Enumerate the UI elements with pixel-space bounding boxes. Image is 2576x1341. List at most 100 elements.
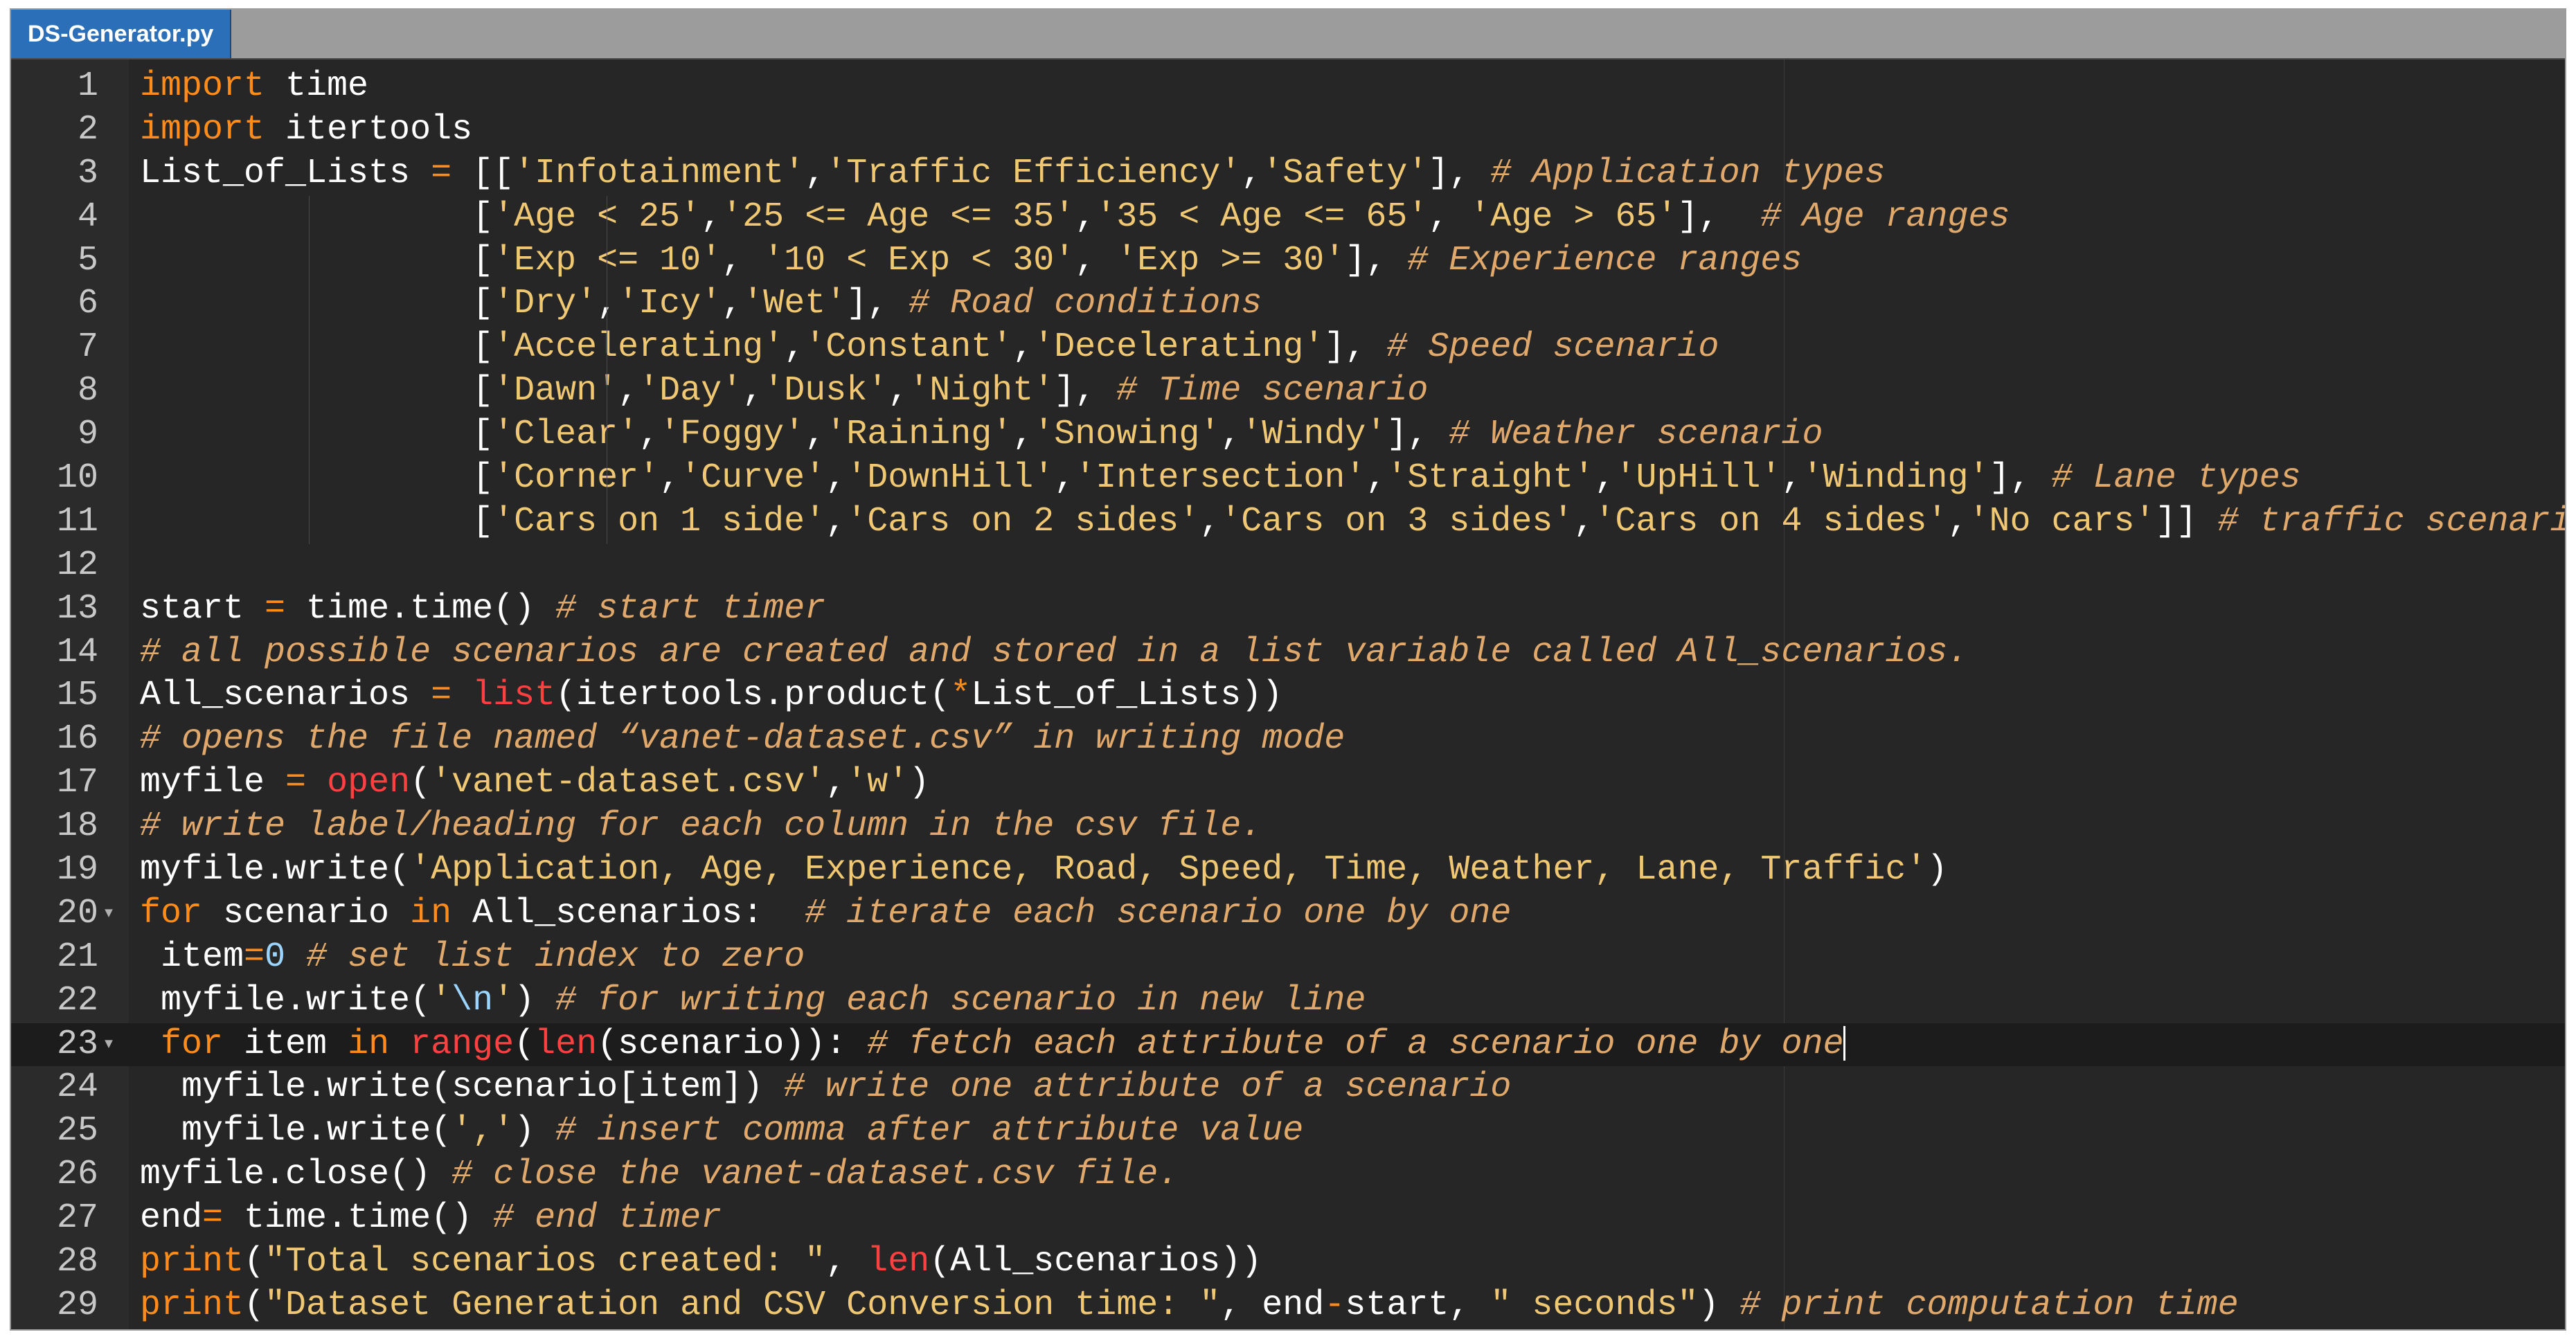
code-token: ,	[1594, 458, 1616, 498]
code-line[interactable]: 24 myfile.write(scenario[item]) # write …	[11, 1066, 2565, 1110]
code-token: 'Intersection'	[1075, 458, 1366, 498]
code-line[interactable]: 15 All_scenarios = list(itertools.product…	[11, 674, 2565, 718]
line-number: 13	[56, 588, 98, 629]
code-token: " seconds"	[1490, 1285, 1699, 1325]
code-token: ,	[805, 153, 826, 193]
code-line[interactable]: 23 ▾ for item in range(len(scenario)): # …	[11, 1023, 2565, 1067]
indent-guide	[309, 326, 310, 370]
code-token: =	[244, 937, 265, 977]
code-token: 'Decelerating'	[1033, 327, 1325, 368]
code-token: myfile.write(	[140, 850, 411, 890]
code-line[interactable]: 16 # opens the file named “vanet-dataset.…	[11, 718, 2565, 762]
tab-bar: DS-Generator.py	[11, 10, 2565, 60]
code-token: ,	[1947, 501, 1969, 541]
code-token: =	[285, 763, 307, 803]
code-token: ,	[1428, 197, 1470, 237]
code-token: ,	[722, 240, 764, 280]
tab-ds-generator[interactable]: DS-Generator.py	[11, 10, 232, 58]
code-line[interactable]: 18 # write label/heading for each column …	[11, 805, 2565, 849]
code-line[interactable]: 25 myfile.write(',') # insert comma afte…	[11, 1110, 2565, 1153]
code-token: ,	[1220, 415, 1242, 455]
text-cursor	[1843, 1026, 1846, 1061]
code-token: 'Cars on 4 sides'	[1594, 501, 1948, 541]
code-token: 'Exp <= 10'	[493, 240, 722, 280]
line-number: 9	[77, 415, 98, 455]
fold-chevron-icon[interactable]: ▾	[102, 1023, 123, 1067]
code-line[interactable]: 11 ['Cars on 1 side','Cars on 2 sides','…	[11, 500, 2565, 544]
code-token: print	[140, 1242, 244, 1282]
line-number: 16	[56, 719, 98, 759]
line-number: 21	[56, 937, 98, 977]
code-token: ,	[638, 415, 660, 455]
code-token: =	[431, 676, 452, 716]
code-token: "Dataset Generation and CSV Conversion t…	[265, 1285, 1221, 1325]
code-token: [	[140, 371, 494, 411]
code-token: ],	[1386, 415, 1449, 455]
code-token: # iterate each scenario one by one	[805, 893, 1512, 933]
code-token: myfile.close()	[140, 1155, 452, 1195]
code-line[interactable]: 6 ['Dry','Icy','Wet'], # Road conditions	[11, 282, 2565, 327]
code-token: # Road conditions	[909, 284, 1262, 324]
code-line[interactable]: 3 List_of_Lists = [['Infotainment','Traff…	[11, 152, 2565, 196]
code-token: '10 < Exp < 30'	[763, 240, 1075, 280]
code-token: [[	[451, 153, 515, 193]
code-token: # Time scenario	[1116, 371, 1429, 411]
code-line[interactable]: 29 print("Dataset Generation and CSV Conv…	[11, 1284, 2565, 1328]
code-line[interactable]: 26 myfile.close() # close the vanet-datas…	[11, 1153, 2565, 1197]
code-line[interactable]: 2 import itertools	[11, 109, 2565, 152]
line-source: import time	[140, 65, 368, 109]
code-line[interactable]: 4 ['Age < 25','25 <= Age <= 35','35 < Ag…	[11, 195, 2565, 240]
code-line[interactable]: 19 myfile.write('Application, Age, Experi…	[11, 849, 2565, 892]
code-line[interactable]: 27 end= time.time() # end timer	[11, 1197, 2565, 1241]
indent-guide	[309, 239, 310, 283]
code-line[interactable]: 20 ▾ for scenario in All_scenarios: # iter…	[11, 892, 2565, 936]
code-token: ,	[825, 501, 847, 541]
code-line[interactable]: 7 ['Accelerating','Constant','Decelerati…	[11, 326, 2565, 370]
line-number: 1	[77, 66, 98, 106]
code-line[interactable]: 28 print("Total scenarios created: ", len…	[11, 1241, 2565, 1284]
code-token: [	[140, 240, 494, 280]
code-token: 'Infotainment'	[514, 153, 805, 193]
code-line[interactable]: 12	[11, 544, 2565, 588]
code-line[interactable]: 10 ['Corner','Curve','DownHill','Interse…	[11, 457, 2565, 501]
code-line[interactable]: 5 ['Exp <= 10', '10 < Exp < 30', 'Exp >=…	[11, 239, 2565, 283]
indent-guide	[309, 195, 310, 240]
code-area[interactable]: 1 import time 2 import itertools 3 List_of_Li…	[11, 65, 2565, 1328]
code-token: itertools	[265, 109, 473, 150]
code-token: *	[950, 676, 972, 716]
code-token: 'Corner'	[493, 458, 660, 498]
line-source: # write label/heading for each column in…	[140, 805, 1262, 849]
line-source: end= time.time() # end timer	[140, 1197, 722, 1241]
code-token: 'Dry'	[493, 284, 598, 324]
code-editor[interactable]: 1 import time 2 import itertools 3 List_of_Li…	[11, 60, 2565, 1329]
code-line[interactable]: 8 ['Dawn','Day','Dusk','Night'], # Time …	[11, 370, 2565, 414]
code-line[interactable]: 13 start = time.time() # start timer	[11, 588, 2565, 631]
line-number: 18	[56, 807, 98, 847]
code-token: [	[140, 501, 494, 541]
code-token: ,	[618, 371, 639, 411]
code-token: 'Dawn'	[493, 371, 618, 411]
code-token: ,	[1241, 153, 1262, 193]
indent-guide	[309, 282, 310, 327]
line-source: for item in range(len(scenario)): # fetc…	[140, 1023, 1846, 1067]
code-token: # Speed scenario	[1386, 327, 1719, 368]
code-line[interactable]: 9 ['Clear','Foggy','Raining','Snowing','…	[11, 413, 2565, 458]
code-token: "Total scenarios created: "	[265, 1242, 826, 1282]
code-token: ,	[722, 284, 743, 324]
code-line[interactable]: 1 import time	[11, 65, 2565, 109]
code-line[interactable]: 22 myfile.write('\n') # for writing each…	[11, 980, 2565, 1023]
fold-chevron-icon[interactable]: ▾	[102, 892, 123, 936]
code-token: )	[1698, 1285, 1740, 1325]
code-token: 'Cars on 2 sides'	[846, 501, 1200, 541]
code-token: list	[472, 676, 556, 716]
code-token: # all possible scenarios are created and…	[140, 632, 1969, 672]
code-token: import	[140, 109, 265, 150]
code-token: # Lane types	[2051, 458, 2301, 498]
code-token: myfile.write(	[140, 1111, 452, 1151]
line-number: 22	[56, 980, 98, 1020]
code-line[interactable]: 21 item=0 # set list index to zero	[11, 936, 2565, 980]
code-line[interactable]: 14 # all possible scenarios are created a…	[11, 631, 2565, 675]
line-number: 11	[56, 501, 98, 541]
code-line[interactable]: 17 myfile = open('vanet-dataset.csv','w')	[11, 762, 2565, 805]
